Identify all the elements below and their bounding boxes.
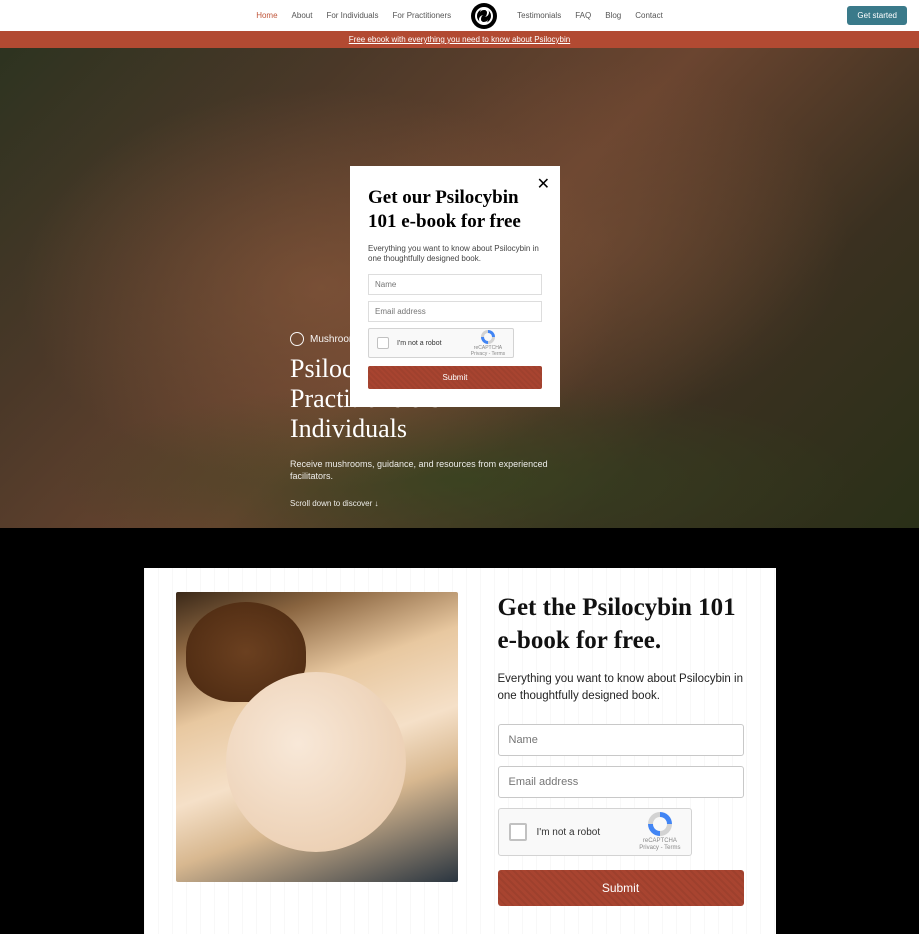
spacer <box>0 528 919 568</box>
scroll-hint[interactable]: Scroll down to discover ↓ <box>290 499 550 508</box>
promo-banner-link[interactable]: Free ebook with everything you need to k… <box>349 35 570 44</box>
modal-description: Everything you want to know about Psiloc… <box>368 244 542 265</box>
nav-home[interactable]: Home <box>256 11 277 20</box>
submit-button[interactable]: Submit <box>498 870 744 906</box>
name-input[interactable] <box>498 724 744 756</box>
name-input[interactable] <box>368 274 542 295</box>
recaptcha-icon <box>648 812 672 836</box>
nav-testimonials[interactable]: Testimonials <box>517 11 561 20</box>
recaptcha-badge: reCAPTCHA Privacy - Terms <box>471 330 505 357</box>
nav-contact[interactable]: Contact <box>635 11 663 20</box>
recaptcha-widget: I'm not a robot reCAPTCHA Privacy - Term… <box>498 808 692 856</box>
nav-for-practitioners[interactable]: For Practitioners <box>392 11 451 20</box>
close-icon[interactable]: ✕ <box>537 174 550 194</box>
nav-for-individuals[interactable]: For Individuals <box>326 11 378 20</box>
recaptcha-label: I'm not a robot <box>397 340 471 347</box>
ebook-section: Get the Psilocybin 101 e-book for free. … <box>144 568 776 934</box>
section-description: Everything you want to know about Psiloc… <box>498 671 744 704</box>
ebook-form-column: Get the Psilocybin 101 e-book for free. … <box>498 592 744 906</box>
recaptcha-label: I'm not a robot <box>537 827 640 838</box>
recaptcha-badge: reCAPTCHA Privacy - Terms <box>639 812 680 852</box>
ebook-modal: ✕ Get our Psilocybin 101 e-book for free… <box>350 166 560 407</box>
modal-title: Get our Psilocybin 101 e-book for free <box>368 186 542 234</box>
recaptcha-icon <box>481 330 495 344</box>
recaptcha-checkbox[interactable] <box>377 337 389 349</box>
header: Home About For Individuals For Practitio… <box>0 0 919 31</box>
section-title: Get the Psilocybin 101 e-book for free. <box>498 592 744 657</box>
get-started-button[interactable]: Get started <box>847 6 907 25</box>
hero-description: Receive mushrooms, guidance, and resourc… <box>290 458 550 483</box>
email-input[interactable] <box>498 766 744 798</box>
logo-icon[interactable] <box>471 3 497 29</box>
main-nav: Home About For Individuals For Practitio… <box>256 3 663 29</box>
nav-blog[interactable]: Blog <box>605 11 621 20</box>
nav-about[interactable]: About <box>292 11 313 20</box>
email-input[interactable] <box>368 301 542 322</box>
submit-button[interactable]: Submit <box>368 366 542 389</box>
swirl-icon <box>290 332 304 346</box>
recaptcha-checkbox[interactable] <box>509 823 527 841</box>
recaptcha-widget: I'm not a robot reCAPTCHA Privacy - Term… <box>368 328 514 358</box>
nav-faq[interactable]: FAQ <box>575 11 591 20</box>
ebook-image <box>176 592 458 882</box>
hero-section: Mushroom Psilocybin for Practitioners & … <box>0 48 919 528</box>
promo-banner: Free ebook with everything you need to k… <box>0 31 919 48</box>
